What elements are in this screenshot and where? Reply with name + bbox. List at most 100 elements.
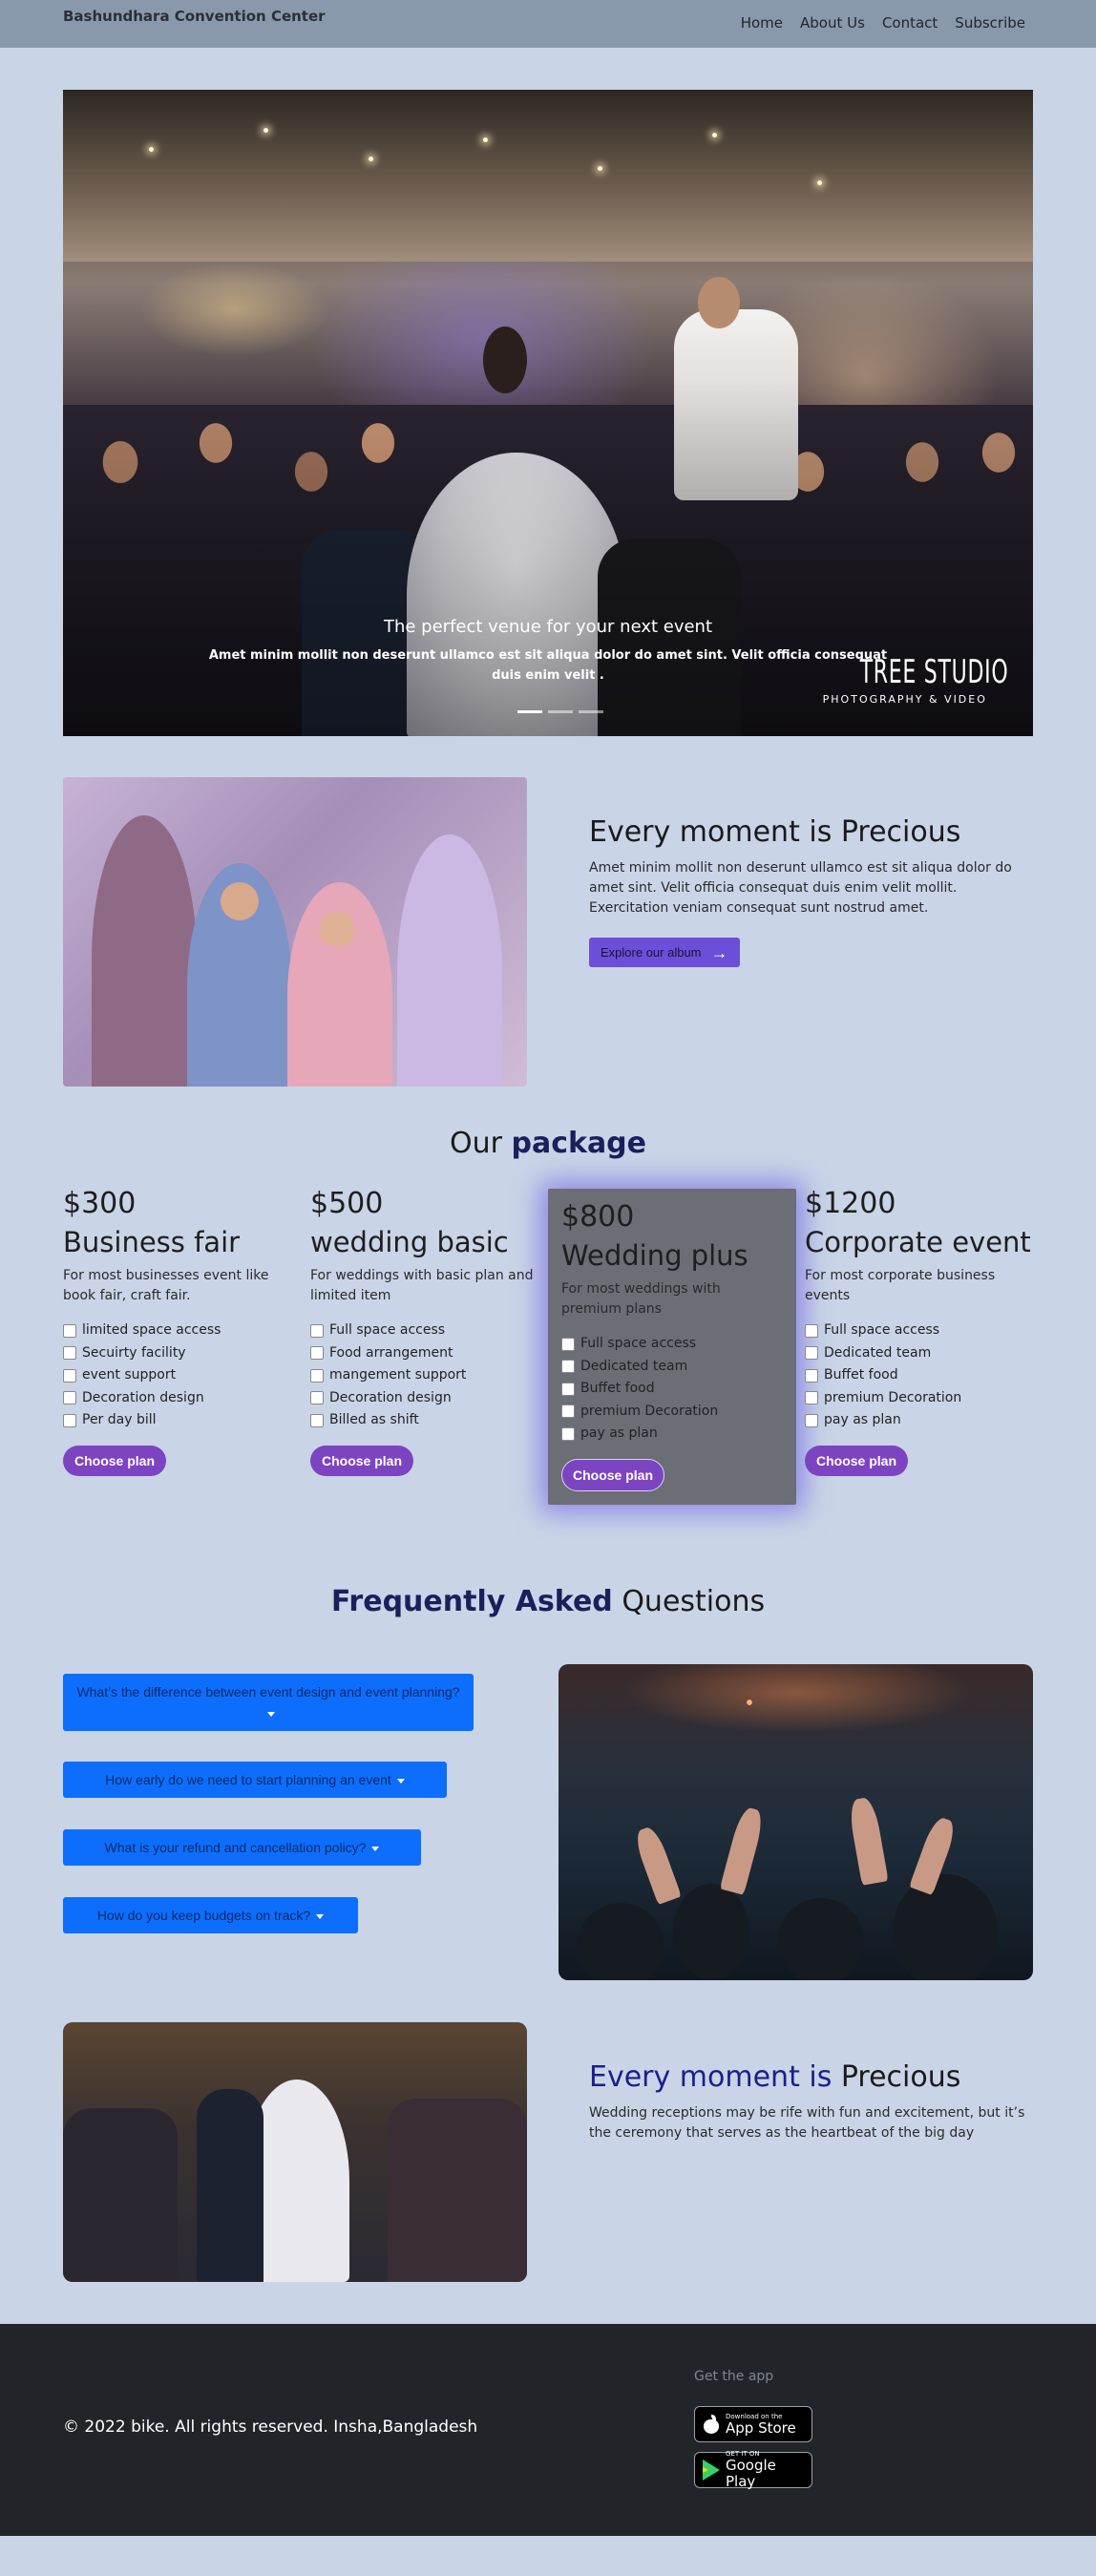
photo-head	[893, 1874, 998, 1980]
photo-person	[397, 834, 502, 1087]
feature-label: mangement support	[329, 1367, 467, 1383]
feature-checkbox[interactable]	[63, 1391, 76, 1405]
feature-checkbox[interactable]	[310, 1413, 324, 1427]
photo-head	[578, 1903, 664, 1980]
watermark-subtitle: PHOTOGRAPHY & VIDEO	[822, 693, 987, 706]
copyright-text: © 2022 bike. All rights reserved. Insha,…	[63, 2418, 478, 2437]
package-price: $300	[63, 1187, 137, 1220]
package-description: For weddings with basic plan and limited…	[310, 1268, 534, 1303]
package-title-bold: package	[511, 1127, 647, 1160]
faq-question-4[interactable]: How do you keep budgets on track?	[63, 1897, 358, 1933]
feature-label: Buffet food	[580, 1381, 655, 1396]
feature-item: Food arrangement	[310, 1342, 539, 1365]
feature-label: pay as plan	[580, 1425, 658, 1441]
get-app-label: Get the app	[694, 2369, 774, 2384]
google-play-badge[interactable]: GET IT ON Google Play	[694, 2450, 812, 2490]
feature-checkbox[interactable]	[805, 1413, 818, 1427]
feature-item: Dedicated team	[805, 1342, 1034, 1365]
feature-item: Secuirty facility	[63, 1342, 292, 1365]
feature-checkbox[interactable]	[561, 1404, 575, 1419]
choose-plan-button[interactable]: Choose plan	[561, 1458, 664, 1491]
faq-title-plain: Questions	[612, 1585, 766, 1618]
photo-hand	[632, 1824, 682, 1906]
feature-checkbox[interactable]	[310, 1346, 324, 1361]
faq-question-1[interactable]: What’s the difference between event desi…	[63, 1674, 474, 1731]
carousel-indicator[interactable]	[517, 710, 542, 713]
feature-checkbox[interactable]	[561, 1337, 575, 1351]
feature-checkbox[interactable]	[63, 1368, 76, 1383]
choose-plan-button[interactable]: Choose plan	[310, 1445, 413, 1476]
feature-checkbox[interactable]	[805, 1368, 818, 1383]
photo-face	[221, 882, 259, 920]
feature-checkbox[interactable]	[561, 1360, 575, 1374]
moment-section-2: Every moment is Precious Wedding recepti…	[589, 2060, 1028, 2143]
feature-checkbox[interactable]	[805, 1323, 818, 1338]
faq-question-2[interactable]: How early do we need to start planning a…	[63, 1762, 447, 1798]
nav-links: Home About Us Contact Subscribe	[741, 14, 1025, 32]
feature-item: Full space access	[805, 1320, 1034, 1342]
google-play-icon	[703, 2460, 720, 2481]
concert-crowd-photo	[559, 1664, 1033, 1980]
feature-item: Full space access	[310, 1320, 539, 1342]
nav-link-subscribe[interactable]: Subscribe	[955, 14, 1025, 32]
wedding-aisle-photo	[63, 2022, 527, 2282]
hero-caption-title: The perfect venue for your next event	[383, 617, 713, 637]
hero-carousel[interactable]: TREE STUDIO PHOTOGRAPHY & VIDEO The perf…	[63, 90, 1033, 736]
photo-head	[673, 1884, 749, 1979]
package-name: Corporate event	[805, 1226, 1031, 1258]
feature-item: Buffet food	[805, 1364, 1034, 1387]
package-card-wedding-basic: $500 wedding basic For weddings with bas…	[310, 1187, 539, 1476]
package-section-title: Our package	[0, 1127, 1096, 1160]
feature-item: Per day bill	[63, 1409, 292, 1432]
feature-checkbox[interactable]	[561, 1382, 575, 1396]
explore-album-label: Explore our album	[601, 945, 702, 960]
feature-checkbox[interactable]	[805, 1346, 818, 1361]
nav-link-home[interactable]: Home	[741, 14, 783, 32]
feature-label: premium Decoration	[824, 1389, 962, 1405]
photo-hand	[847, 1796, 889, 1886]
package-title-plain: Our	[449, 1127, 512, 1160]
feature-label: Full space access	[824, 1322, 940, 1338]
googleplay-big-text: Google Play	[726, 2457, 776, 2490]
package-price: $800	[561, 1200, 635, 1234]
explore-album-button[interactable]: Explore our album →	[589, 938, 740, 967]
top-navbar: Bashundhara Convention Center Home About…	[0, 0, 1096, 48]
feature-checkbox[interactable]	[310, 1323, 324, 1338]
feature-checkbox[interactable]	[310, 1368, 324, 1383]
choose-plan-button[interactable]: Choose plan	[805, 1445, 908, 1476]
feature-label: premium Decoration	[580, 1403, 719, 1419]
package-name: Wedding plus	[561, 1239, 748, 1272]
nav-link-contact[interactable]: Contact	[882, 14, 938, 32]
feature-label: limited space access	[82, 1322, 221, 1338]
feature-checkbox[interactable]	[63, 1323, 76, 1338]
feature-label: Secuirty facility	[82, 1344, 186, 1361]
photo-hand	[719, 1805, 767, 1895]
feature-checkbox[interactable]	[63, 1413, 76, 1427]
package-price: $1200	[805, 1187, 896, 1220]
carousel-indicator[interactable]	[548, 710, 573, 713]
feature-checkbox[interactable]	[561, 1426, 575, 1441]
photo-head	[778, 1898, 864, 1980]
package-features: Full space access Dedicated team Buffet …	[561, 1333, 783, 1446]
faq-question-3[interactable]: What is your refund and cancellation pol…	[63, 1829, 421, 1866]
wedding-arch-photo	[63, 777, 527, 1087]
moment-text: Wedding receptions may be rife with fun …	[589, 2105, 1025, 2141]
nav-link-about-us[interactable]: About Us	[800, 14, 865, 32]
carousel-indicator[interactable]	[579, 710, 603, 713]
brand-name[interactable]: Bashundhara Convention Center	[63, 8, 326, 25]
feature-label: Billed as shift	[329, 1412, 419, 1427]
hero-overlay	[63, 90, 1033, 736]
feature-label: Dedicated team	[580, 1358, 688, 1374]
feature-label: Full space access	[329, 1322, 446, 1338]
package-description: For most corporate business events	[805, 1268, 996, 1303]
feature-checkbox[interactable]	[63, 1346, 76, 1361]
choose-plan-button[interactable]: Choose plan	[63, 1445, 166, 1476]
feature-item: Decoration design	[310, 1387, 539, 1410]
feature-item: pay as plan	[561, 1423, 783, 1446]
moment-heading: Every moment is Precious	[589, 815, 961, 849]
feature-checkbox[interactable]	[310, 1391, 324, 1405]
app-store-badge[interactable]: Download on the App Store	[694, 2406, 812, 2442]
feature-label: Buffet food	[824, 1367, 898, 1383]
feature-checkbox[interactable]	[805, 1391, 818, 1405]
apple-icon	[703, 2415, 720, 2434]
